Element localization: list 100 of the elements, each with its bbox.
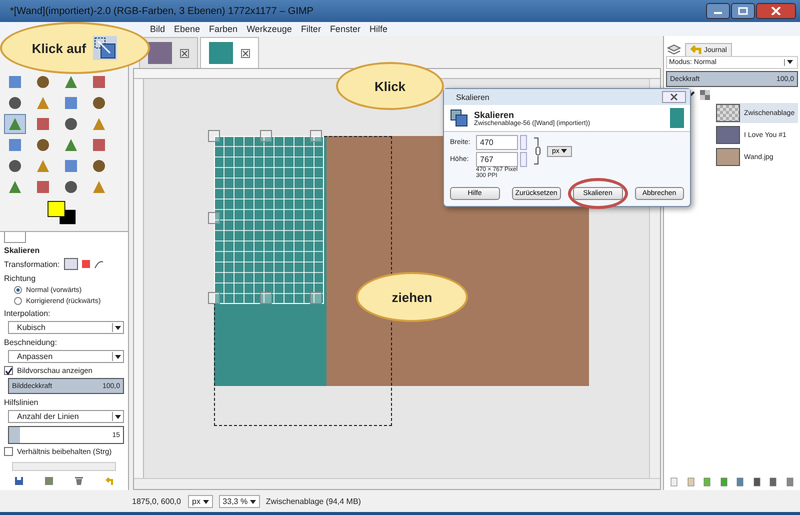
- checker-icon[interactable]: [700, 90, 710, 100]
- square-icon: [91, 137, 107, 153]
- image-icon[interactable]: [44, 476, 54, 486]
- interpolation-dropdown[interactable]: Kubisch: [8, 321, 124, 334]
- triangle-icon: [63, 137, 79, 153]
- checkbox[interactable]: [4, 366, 13, 375]
- layers-icon[interactable]: [666, 42, 682, 56]
- scale-handle[interactable]: [310, 130, 322, 142]
- circle-icon: [63, 179, 79, 195]
- clipping-dropdown[interactable]: Anpassen: [8, 350, 124, 363]
- close-button[interactable]: [756, 3, 796, 19]
- close-icon[interactable]: [180, 48, 189, 58]
- menu-item[interactable]: Hilfe: [369, 24, 388, 34]
- selection-mode-icon[interactable]: [82, 260, 90, 268]
- input-field[interactable]: 470: [476, 135, 518, 150]
- menu-item[interactable]: Bild: [150, 24, 166, 34]
- close-icon[interactable]: [241, 48, 250, 58]
- menu-item[interactable]: Ebene: [174, 24, 200, 34]
- triangle-icon: [7, 116, 23, 132]
- scale-handle[interactable]: [208, 130, 220, 142]
- circle-icon: [91, 95, 107, 111]
- circle-icon: [63, 116, 79, 132]
- tool-options-title: Skalieren: [4, 246, 41, 255]
- triangle-icon: [91, 116, 107, 132]
- direction-label: Richtung: [4, 274, 37, 283]
- layer-action-icon[interactable]: [718, 477, 729, 487]
- caret-icon: [561, 148, 568, 152]
- caret-icon: [115, 326, 121, 330]
- circle-icon: [35, 137, 51, 153]
- circle-icon: [7, 158, 23, 174]
- layer-thumbnail: [670, 108, 684, 128]
- menu-item[interactable]: Filter: [300, 24, 321, 34]
- square-icon: [63, 95, 79, 111]
- layer-action-icon[interactable]: [702, 477, 712, 487]
- panel-tab[interactable]: [4, 232, 26, 243]
- circle-icon: [7, 95, 23, 111]
- scale-handle[interactable]: [310, 292, 322, 304]
- scrollbar[interactable]: [12, 462, 116, 471]
- layer-thumbnail: [716, 126, 740, 144]
- square-icon: [7, 137, 23, 153]
- circle-icon: [91, 158, 107, 174]
- triangle-icon: [35, 158, 51, 174]
- horizontal-scrollbar[interactable]: [134, 478, 660, 489]
- triangle-icon: [91, 179, 107, 195]
- guides-dropdown[interactable]: Anzahl der Linien: [8, 410, 124, 423]
- transformation-label: Transformation:: [4, 260, 60, 268]
- guides-label: Hilfslinien: [4, 398, 40, 407]
- chain-icon[interactable]: [533, 136, 541, 166]
- close-icon: [771, 7, 781, 15]
- close-icon: [670, 93, 678, 101]
- input-field[interactable]: 767: [476, 152, 518, 167]
- caret-icon: [202, 500, 209, 504]
- menu-item[interactable]: Werkzeuge: [246, 24, 292, 34]
- scale-handle[interactable]: [260, 292, 272, 304]
- circle-icon: [35, 74, 51, 90]
- scale-handle[interactable]: [208, 292, 220, 304]
- minimize-button[interactable]: [706, 3, 730, 19]
- status-message: Zwischenablage (94,4 MB): [266, 496, 361, 506]
- menu-item[interactable]: Farben: [209, 24, 238, 34]
- image-tab[interactable]: [200, 37, 259, 68]
- path-mode-icon[interactable]: [94, 259, 104, 269]
- image-thumbnail: [148, 42, 172, 64]
- dialog-title: Skalieren: [456, 92, 490, 102]
- checkbox[interactable]: [4, 447, 13, 456]
- layer-mode-icon[interactable]: [64, 258, 78, 270]
- close-button[interactable]: [662, 91, 686, 103]
- triangle-icon: [35, 95, 51, 111]
- scale-handle[interactable]: [260, 130, 272, 142]
- callout-text: Klick auf: [32, 40, 86, 56]
- save-icon[interactable]: [14, 476, 24, 486]
- layer-action-icon[interactable]: [752, 477, 762, 487]
- caret-icon: [787, 60, 793, 64]
- dialog-heading: Skalieren: [474, 110, 516, 120]
- menu-item[interactable]: Fenster: [330, 24, 360, 34]
- square-icon: [35, 116, 51, 132]
- square-icon: [63, 158, 79, 174]
- image-tab[interactable]: [139, 37, 198, 68]
- caret-icon: [250, 500, 256, 504]
- image-thumbnail: [209, 42, 233, 64]
- square-icon: [7, 74, 23, 90]
- callout-text: ziehen: [392, 290, 432, 304]
- caret-icon: [115, 355, 121, 359]
- layer-action-icon[interactable]: [784, 477, 795, 487]
- layer-action-icon[interactable]: [735, 477, 746, 487]
- callout-text: Klick: [374, 78, 406, 94]
- interpolation-label: Interpolation:: [4, 309, 52, 318]
- radio-button[interactable]: [14, 286, 22, 294]
- zoom-dropdown[interactable]: 33,3 %: [218, 494, 260, 508]
- trash-icon[interactable]: [74, 476, 84, 486]
- clipping-label: Beschneidung:: [4, 338, 58, 347]
- square-icon: [91, 74, 107, 90]
- layer-thumbnail: [716, 104, 740, 122]
- undo-icon[interactable]: [104, 476, 114, 486]
- triangle-icon: [63, 74, 79, 90]
- scale-tool-icon: [92, 35, 118, 61]
- maximize-button[interactable]: [731, 3, 755, 19]
- layer-action-icon[interactable]: [768, 477, 778, 487]
- radio-button[interactable]: [14, 297, 22, 305]
- unit-dropdown[interactable]: px: [188, 494, 213, 508]
- scale-handle[interactable]: [208, 212, 220, 224]
